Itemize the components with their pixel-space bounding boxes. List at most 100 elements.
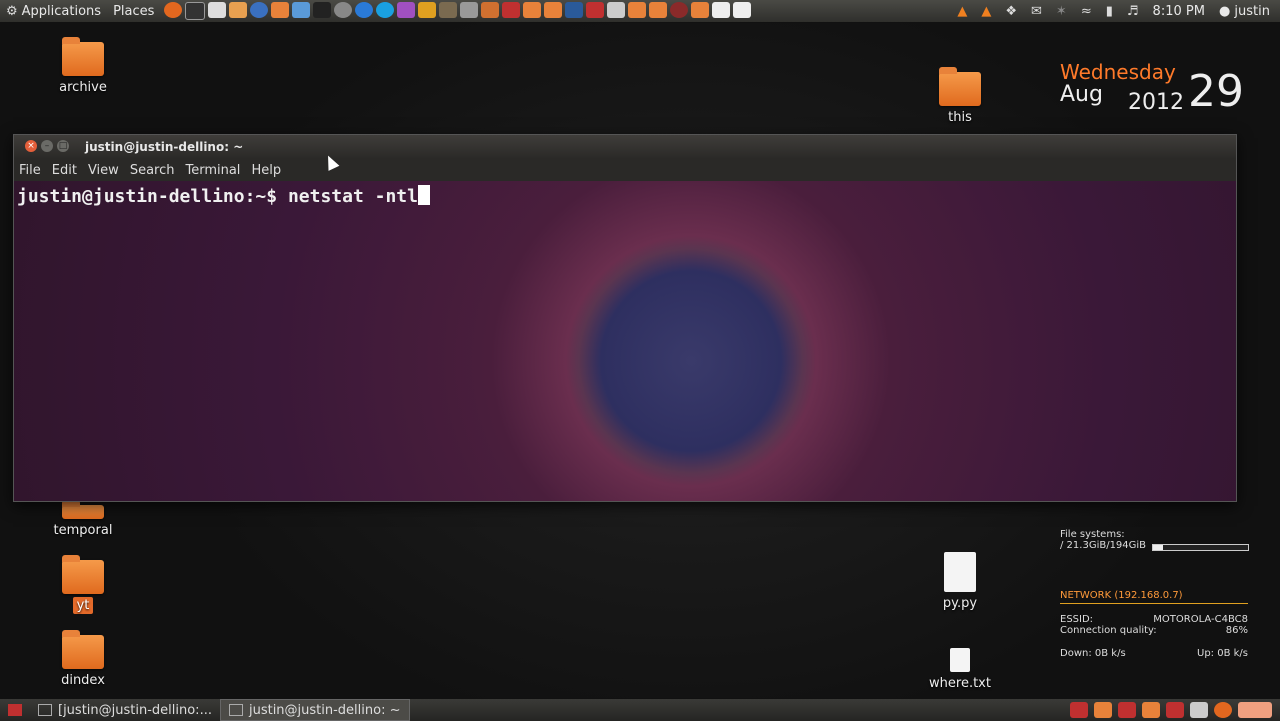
- clock-time[interactable]: 8:10 PM: [1153, 4, 1205, 19]
- bug-icon[interactable]: [313, 2, 332, 18]
- typed-command: netstat -ntl: [287, 186, 418, 207]
- show-desktop-icon: [8, 704, 22, 716]
- applications-menu-label: Applications: [21, 3, 102, 19]
- kali-icon[interactable]: [1166, 702, 1184, 718]
- mail-icon[interactable]: ✉: [1031, 4, 1042, 19]
- taskbar-item-1[interactable]: [justin@justin-dellino:...: [30, 700, 220, 720]
- vlc-icon[interactable]: ▲: [957, 4, 967, 19]
- menu-edit[interactable]: Edit: [52, 163, 77, 178]
- bluetooth-icon[interactable]: ✶: [1056, 4, 1067, 19]
- menu-terminal[interactable]: Terminal: [185, 163, 240, 178]
- folder-icon[interactable]: [649, 2, 668, 18]
- launcher-bar: [164, 2, 752, 20]
- menu-search[interactable]: Search: [130, 163, 175, 178]
- record-icon[interactable]: [670, 2, 689, 18]
- package-icon[interactable]: [481, 2, 500, 18]
- quality-value: 86%: [1225, 625, 1248, 636]
- folder-icon[interactable]: [1238, 702, 1272, 718]
- terminal-icon: [38, 704, 52, 716]
- applications-menu[interactable]: ⚙ Applications: [0, 4, 107, 19]
- terminal-output[interactable]: justin@justin-dellino:~$ netstat -ntl: [14, 181, 1236, 501]
- table-icon[interactable]: [607, 2, 626, 18]
- upload-speed: Up: 0B k/s: [1197, 648, 1248, 659]
- terminal-window[interactable]: × – □ justin@justin-dellino: ~ File Edit…: [13, 134, 1237, 502]
- battery-icon[interactable]: ▮: [1106, 4, 1113, 19]
- thunderbird-icon[interactable]: [250, 2, 269, 18]
- folder-icon[interactable]: [1094, 702, 1112, 718]
- folder-icon[interactable]: [271, 2, 290, 18]
- folder-icon[interactable]: [691, 2, 710, 18]
- text-editor-icon[interactable]: [1190, 702, 1208, 718]
- firefox-icon[interactable]: [164, 2, 183, 18]
- kali-icon[interactable]: [586, 2, 605, 18]
- dropbox-icon[interactable]: ❖: [1005, 4, 1017, 19]
- window-titlebar[interactable]: × – □ justin@justin-dellino: ~: [14, 135, 1236, 159]
- screen-icon[interactable]: [565, 2, 584, 18]
- command-line[interactable]: justin@justin-dellino:~$ netstat -ntl: [17, 185, 430, 207]
- clock-year: 2012: [1128, 90, 1184, 115]
- folder-icon: [62, 555, 104, 594]
- desktop-icon-label: temporal: [53, 523, 113, 538]
- desktop-folder-temporal[interactable]: temporal: [43, 500, 123, 538]
- desktop-folder-dindex[interactable]: dindex: [43, 630, 123, 688]
- text-cursor: [417, 185, 430, 205]
- desktop-icon-label: archive: [59, 80, 107, 95]
- desktop-file-py[interactable]: py.py: [920, 552, 1000, 611]
- wifi-icon[interactable]: ≈: [1081, 4, 1092, 19]
- document-icon[interactable]: [712, 2, 731, 18]
- ubuntu-logo-icon: ⚙: [6, 3, 18, 19]
- folder-icon: [62, 37, 104, 76]
- desktop-icon-label: py.py: [942, 596, 978, 611]
- skype-icon[interactable]: [376, 2, 395, 18]
- desktop-icon-label: dindex: [61, 673, 105, 688]
- clock-month: Aug: [1060, 82, 1103, 107]
- menu-help[interactable]: Help: [251, 163, 281, 178]
- folder-icon[interactable]: [523, 2, 542, 18]
- menu-file[interactable]: File: [19, 163, 41, 178]
- folder-icon: [62, 630, 104, 669]
- network-tool-icon[interactable]: [292, 2, 311, 18]
- vlc-icon[interactable]: ▲: [981, 4, 991, 19]
- folder-icon[interactable]: [544, 2, 563, 18]
- tools-icon[interactable]: [418, 2, 437, 18]
- wrench-icon[interactable]: [460, 2, 479, 18]
- quality-label: Connection quality:: [1060, 625, 1157, 636]
- shell-prompt: justin@justin-dellino:~$: [17, 186, 288, 207]
- media-player-icon[interactable]: [355, 2, 374, 18]
- user-name: justin: [1234, 3, 1270, 19]
- settings-icon[interactable]: [397, 2, 416, 18]
- fs-usage-fill: [1153, 545, 1164, 550]
- desktop-folder-archive[interactable]: archive: [43, 37, 123, 95]
- desktop-file-where[interactable]: where.txt: [920, 648, 1000, 691]
- essid-label: ESSID:: [1060, 614, 1094, 625]
- desktop-folder-this[interactable]: this: [920, 67, 1000, 125]
- network-divider: [1060, 603, 1248, 604]
- firefox-icon[interactable]: [1214, 702, 1232, 718]
- document-icon[interactable]: [229, 2, 248, 18]
- taskbar-item-2[interactable]: justin@justin-dellino: ~: [219, 699, 410, 721]
- places-menu[interactable]: Places: [107, 4, 160, 19]
- places-menu-label: Places: [113, 3, 155, 19]
- terminal-icon[interactable]: [185, 2, 206, 20]
- folder-icon[interactable]: [628, 2, 647, 18]
- desktop-folder-yt[interactable]: yt: [43, 555, 123, 614]
- terminal-icon: [228, 704, 243, 716]
- folder-icon: [62, 500, 104, 519]
- kali-icon[interactable]: [1070, 702, 1088, 718]
- download-speed: Down: 0B k/s: [1060, 648, 1126, 659]
- folder-icon[interactable]: [1142, 702, 1160, 718]
- window-title: justin@justin-dellino: ~: [85, 140, 244, 154]
- user-menu[interactable]: ● justin: [1219, 4, 1270, 19]
- kali-icon[interactable]: [1118, 702, 1136, 718]
- text-editor-icon[interactable]: [208, 2, 227, 18]
- volume-icon[interactable]: ♬: [1127, 4, 1139, 19]
- show-desktop-button[interactable]: [0, 700, 30, 720]
- document-icon[interactable]: [733, 2, 752, 18]
- bottom-taskbar: [justin@justin-dellino:... justin@justin…: [0, 698, 1280, 721]
- remote-desktop-icon[interactable]: [334, 2, 353, 18]
- clock-weekday: Wednesday: [1060, 60, 1176, 84]
- kali-icon[interactable]: [502, 2, 521, 18]
- gimp-icon[interactable]: [439, 2, 458, 18]
- menu-view[interactable]: View: [88, 163, 119, 178]
- clock-day: 29: [1188, 66, 1244, 117]
